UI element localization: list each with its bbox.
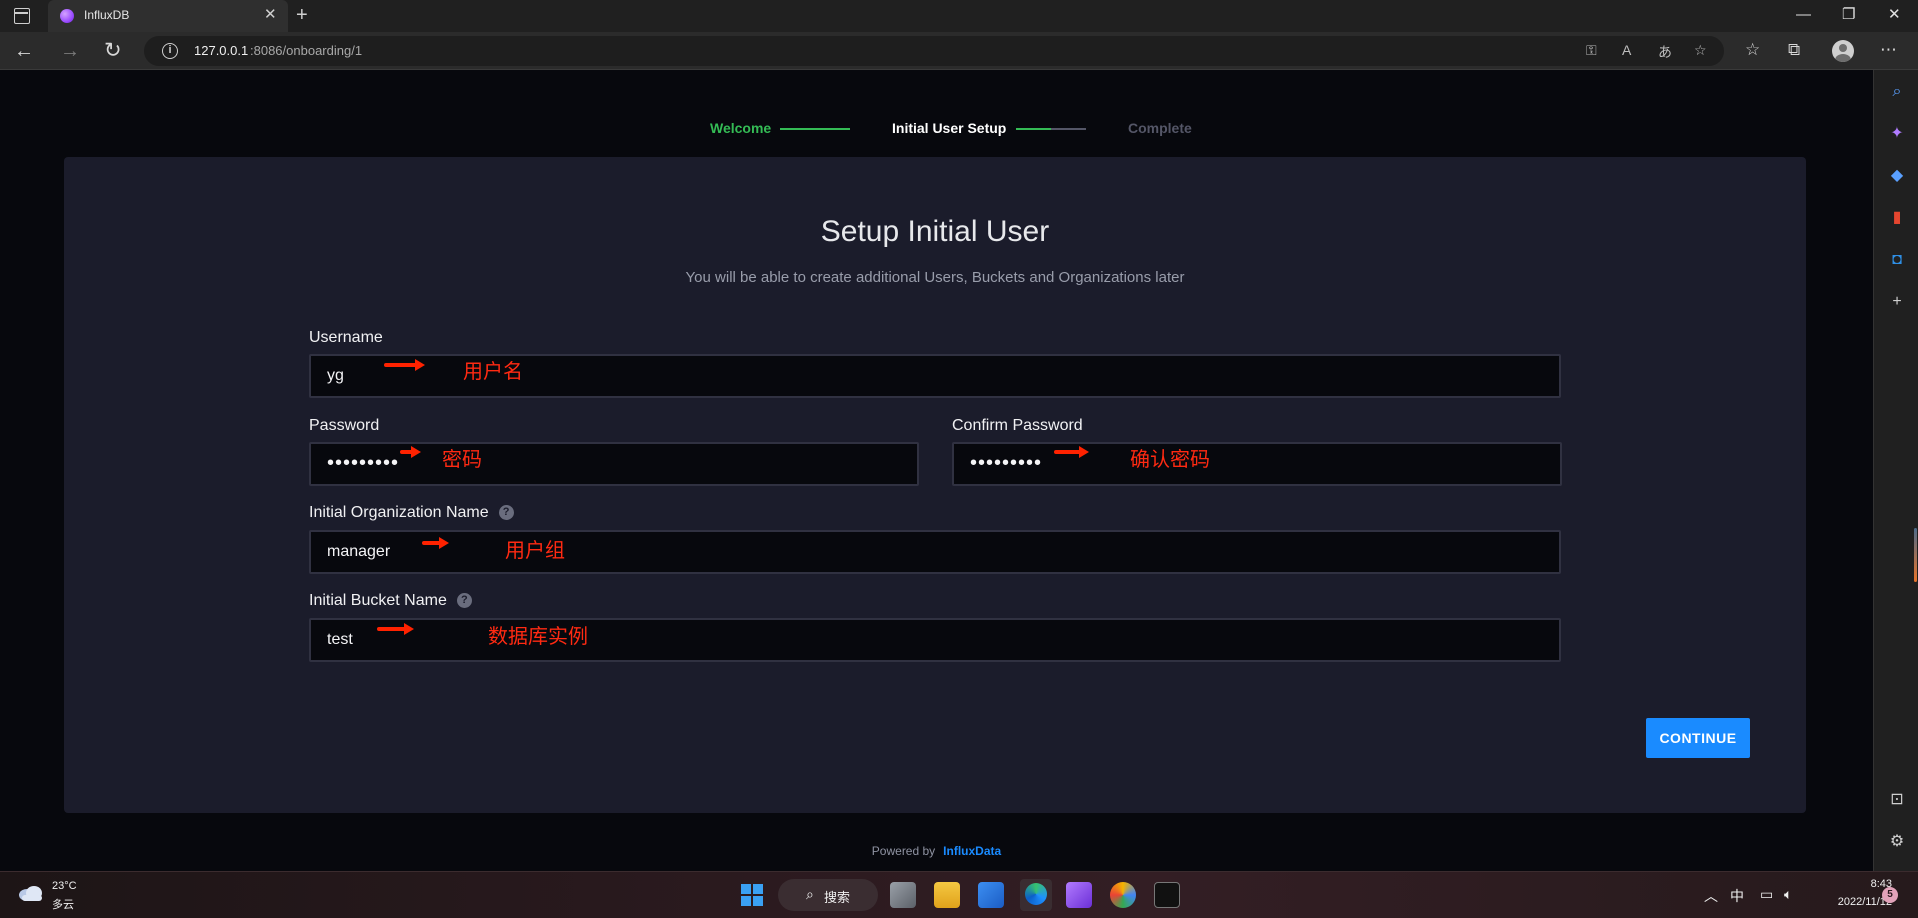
browser-sidebar: ⌕ ✦ ◆ ▮ ◘ + ⊡ ⚙ xyxy=(1873,70,1918,871)
step-initial-user-setup: Initial User Setup xyxy=(892,120,1007,136)
sidebar-scrollbar[interactable] xyxy=(1914,528,1917,582)
influxdb-onboarding-page: Welcome Initial User Setup Complete Setu… xyxy=(0,70,1873,871)
office-icon[interactable]: ▮ xyxy=(1887,208,1907,228)
powered-by-footer: Powered by InfluxData xyxy=(0,844,1873,858)
ime-indicator[interactable]: 中 xyxy=(1730,886,1744,906)
annotation-org-name: 用户组 xyxy=(505,540,565,562)
clock-date[interactable]: 2022/11/12 xyxy=(1816,896,1892,908)
volume-icon[interactable]: 🔈︎ xyxy=(1784,886,1792,903)
browser-title-bar: InfluxDB ✕ + — ❐ ✕ xyxy=(0,0,1918,32)
confirm-password-label: Confirm Password xyxy=(952,417,1083,434)
username-value: yg xyxy=(327,367,344,384)
cloud-weather-icon[interactable] xyxy=(18,884,44,902)
tab-actions-icon[interactable] xyxy=(14,8,30,24)
step-welcome-connector xyxy=(780,128,850,130)
favorites-icon[interactable]: ☆ xyxy=(1745,39,1760,61)
confirm-password-value: ••••••••• xyxy=(970,452,1043,474)
browser-toolbar: ← → ↻ i 127.0.0.1 :8086/onboarding/1 ⚿ A… xyxy=(0,32,1918,70)
collections-icon[interactable]: ⧉ xyxy=(1788,39,1800,61)
step-welcome: Welcome xyxy=(710,120,772,136)
bucket-name-value: test xyxy=(327,631,353,648)
password-field[interactable]: ••••••••• xyxy=(309,442,919,486)
show-hidden-icons-icon[interactable]: ︿ xyxy=(1704,886,1718,906)
favorite-add-icon[interactable]: ☆ xyxy=(1694,42,1707,59)
app-icon[interactable] xyxy=(1110,882,1136,908)
terminal-icon[interactable] xyxy=(1154,882,1180,908)
key-icon[interactable]: ⚿ xyxy=(1586,42,1597,59)
continue-button[interactable]: CONTINUE xyxy=(1646,718,1750,758)
org-name-label-text: Initial Organization Name xyxy=(309,504,489,521)
step-setup-progress xyxy=(1016,128,1051,130)
file-explorer-icon[interactable] xyxy=(934,882,960,908)
url-host: 127.0.0.1 xyxy=(194,43,249,58)
search-icon: ⌕ xyxy=(806,886,814,902)
annotation-arrow xyxy=(377,623,414,635)
new-tab-icon[interactable]: + xyxy=(296,4,308,26)
annotation-arrow xyxy=(422,537,449,549)
step-setup-connector xyxy=(1016,128,1086,130)
site-info-icon[interactable]: i xyxy=(162,43,178,59)
page-subtitle: You will be able to create additional Us… xyxy=(685,269,1185,286)
page-title: Setup Initial User xyxy=(820,215,1050,248)
annotation-username: 用户名 xyxy=(463,361,523,383)
weather-description: 多云 xyxy=(52,899,74,911)
window-close-icon[interactable]: ✕ xyxy=(1888,5,1901,25)
influxdata-link[interactable]: InfluxData xyxy=(943,844,1001,858)
windows-start-icon[interactable] xyxy=(740,883,764,907)
tab-close-icon[interactable]: ✕ xyxy=(264,6,277,24)
more-menu-icon[interactable]: ⋯ xyxy=(1880,39,1897,61)
influxdb-favicon-icon xyxy=(60,9,74,23)
discover-icon[interactable]: ✦ xyxy=(1887,124,1907,144)
notification-badge[interactable]: 5 xyxy=(1882,887,1898,903)
password-label: Password xyxy=(309,417,380,434)
refresh-icon[interactable]: ↻ xyxy=(104,39,122,63)
task-view-icon[interactable] xyxy=(890,882,916,908)
confirm-password-field[interactable]: ••••••••• xyxy=(952,442,1562,486)
taskbar-search-button[interactable]: ⌕ 搜索 xyxy=(778,879,878,911)
password-value: ••••••••• xyxy=(327,452,400,474)
windows-taskbar: 23°C 多云 ⌕ 搜索 ︿ 中 ▭ 🔈︎ 8:43 2022/11/12 5 xyxy=(0,871,1918,918)
bucket-help-icon[interactable]: ? xyxy=(456,593,472,609)
annotation-bucket-name: 数据库实例 xyxy=(488,626,588,648)
translate-icon[interactable]: あ xyxy=(1658,42,1672,62)
profile-avatar-icon[interactable] xyxy=(1832,40,1854,62)
network-icon[interactable]: ▭ xyxy=(1760,886,1773,903)
shopping-tag-icon[interactable]: ◆ xyxy=(1887,166,1907,186)
restore-icon[interactable]: ❐ xyxy=(1842,5,1855,25)
search-icon[interactable]: ⌕ xyxy=(1887,82,1907,102)
address-bar[interactable]: i 127.0.0.1 :8086/onboarding/1 ⚿ A あ ☆ xyxy=(144,36,1724,66)
setup-panel: Setup Initial User You will be able to c… xyxy=(64,157,1806,813)
org-name-label: Initial Organization Name? xyxy=(309,504,514,522)
taskbar-search-label: 搜索 xyxy=(824,890,851,905)
visual-studio-icon[interactable] xyxy=(1066,882,1092,908)
back-arrow-icon[interactable]: ← xyxy=(14,39,34,63)
read-aloud-icon[interactable]: A xyxy=(1622,42,1631,58)
add-sidebar-app-icon[interactable]: + xyxy=(1887,292,1907,312)
edge-taskbar-button[interactable] xyxy=(1020,879,1052,911)
minimize-icon[interactable]: — xyxy=(1796,5,1811,25)
hide-sidebar-icon[interactable]: ⊡ xyxy=(1887,790,1907,810)
browser-tab[interactable]: InfluxDB ✕ xyxy=(48,0,288,32)
org-name-value: manager xyxy=(327,543,391,560)
forward-arrow-icon[interactable]: → xyxy=(60,39,80,63)
annotation-arrow xyxy=(1054,446,1089,458)
edge-browser-icon xyxy=(1025,883,1047,905)
tab-title: InfluxDB xyxy=(84,8,130,22)
url-path: :8086/onboarding/1 xyxy=(250,43,363,58)
powered-by-text: Powered by xyxy=(871,844,936,858)
bucket-name-label: Initial Bucket Name? xyxy=(309,592,472,610)
outlook-icon[interactable]: ◘ xyxy=(1887,250,1907,270)
annotation-arrow xyxy=(400,446,421,458)
settings-gear-icon[interactable]: ⚙ xyxy=(1887,832,1907,852)
org-name-field[interactable]: manager xyxy=(309,530,1561,574)
bucket-name-label-text: Initial Bucket Name xyxy=(309,592,447,609)
weather-temperature: 23°C xyxy=(52,880,77,892)
annotation-confirm-password: 确认密码 xyxy=(1130,449,1210,471)
step-complete: Complete xyxy=(1128,120,1192,136)
username-label: Username xyxy=(309,329,383,346)
microsoft-store-icon[interactable] xyxy=(978,882,1004,908)
annotation-password: 密码 xyxy=(442,449,482,471)
org-help-icon[interactable]: ? xyxy=(498,505,514,521)
annotation-arrow xyxy=(384,359,425,371)
